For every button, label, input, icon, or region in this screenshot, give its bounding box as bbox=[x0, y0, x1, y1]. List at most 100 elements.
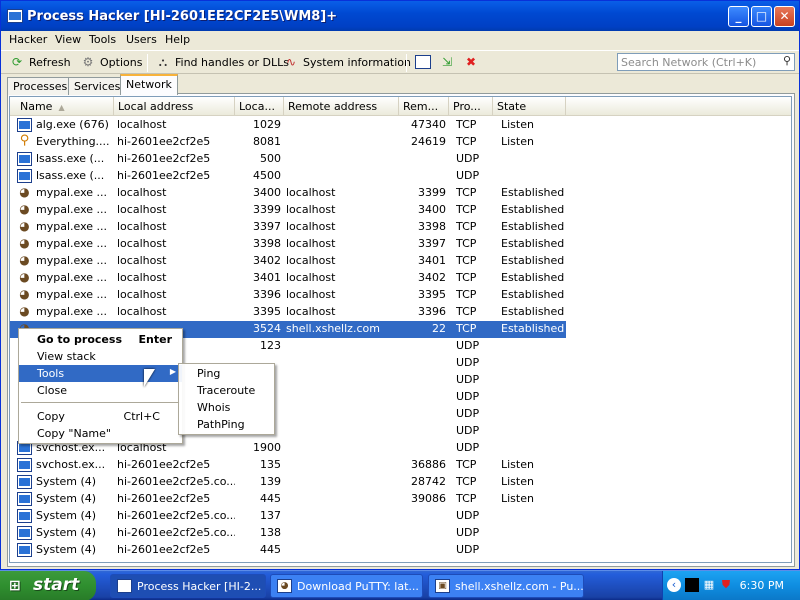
window-button[interactable] bbox=[415, 55, 431, 69]
column-header-protocol[interactable]: Pro... bbox=[449, 97, 493, 116]
table-row[interactable]: ◕ mypal.exe ... localhost 3402 localhost 3401… bbox=[10, 253, 791, 270]
cell-lport: 3399 bbox=[253, 203, 281, 216]
cell-lport: 138 bbox=[260, 526, 281, 539]
tray-console-icon[interactable] bbox=[685, 578, 699, 592]
column-header-local-address[interactable]: Local address bbox=[114, 97, 235, 116]
table-row[interactable]: System (4) hi-2601ee2cf2e5.co... 139 28742 T… bbox=[10, 474, 791, 491]
list-header: Name ▲ Local address Loca... Remote addre… bbox=[10, 97, 791, 116]
column-header-name[interactable]: Name ▲ bbox=[10, 97, 114, 116]
tab-processes[interactable]: Processes bbox=[7, 77, 74, 95]
cell-name: System (4) bbox=[36, 543, 97, 556]
cell-proto: TCP bbox=[456, 186, 477, 199]
cell-name: System (4) bbox=[36, 526, 97, 539]
context-menu: Go to process Enter View stack Tools ▶ Clo… bbox=[18, 328, 183, 444]
window-title: Process Hacker [HI-2601EE2CF2E5\WM8]+ bbox=[27, 9, 338, 24]
submenu-item-whois[interactable]: Whois bbox=[179, 399, 274, 416]
cell-proto: UDP bbox=[456, 543, 480, 556]
cell-local: hi-2601ee2cf2e5 bbox=[117, 152, 211, 165]
menu-users[interactable]: Users bbox=[126, 33, 157, 46]
table-row[interactable]: ◕ mypal.exe ... localhost 3400 localhost 3399… bbox=[10, 185, 791, 202]
options-button[interactable]: ⚙ Options bbox=[80, 55, 143, 69]
cell-proto: UDP bbox=[456, 509, 480, 522]
minimize-button[interactable]: _ bbox=[728, 6, 749, 27]
column-header-remote-address[interactable]: Remote address bbox=[284, 97, 399, 116]
taskbar-item-download-putty[interactable]: ◕ Download PuTTY: lat... bbox=[270, 574, 423, 598]
tab-services[interactable]: Services bbox=[68, 77, 127, 95]
menu-view[interactable]: View bbox=[55, 33, 81, 46]
table-row[interactable]: System (4) hi-2601ee2cf2e5.co... 138 UDP bbox=[10, 525, 791, 542]
cell-proto: UDP bbox=[456, 373, 480, 386]
menu-item-copy-name[interactable]: Copy "Name" bbox=[19, 425, 182, 442]
clock[interactable]: 6:30 PM bbox=[740, 579, 784, 592]
submenu-item-traceroute[interactable]: Traceroute bbox=[179, 382, 274, 399]
cell-state: Established bbox=[501, 271, 564, 284]
go-to-window-button[interactable]: ⇲ bbox=[439, 55, 455, 69]
submenu-item-pathping[interactable]: PathPing bbox=[179, 416, 274, 433]
refresh-button[interactable]: ⟳ Refresh bbox=[9, 55, 71, 69]
cell-state: Listen bbox=[501, 118, 534, 131]
window-icon bbox=[415, 55, 431, 69]
search-input[interactable]: Search Network (Ctrl+K) ⚲ bbox=[617, 53, 795, 71]
cell-lport: 1900 bbox=[253, 441, 281, 454]
menu-item-go-to-process[interactable]: Go to process Enter bbox=[19, 331, 182, 348]
table-row[interactable]: ◕ mypal.exe ... localhost 3399 localhost 3400… bbox=[10, 202, 791, 219]
search-icon[interactable]: ⚲ bbox=[783, 54, 791, 67]
table-row[interactable]: ◕ mypal.exe ... localhost 3396 localhost 3395… bbox=[10, 287, 791, 304]
close-button[interactable]: ✕ bbox=[774, 6, 795, 27]
menu-item-view-stack[interactable]: View stack bbox=[19, 348, 182, 365]
table-row[interactable]: alg.exe (676) localhost 1029 47340 TCP Listen bbox=[10, 117, 791, 134]
table-row[interactable]: System (4) hi-2601ee2cf2e5 445 UDP bbox=[10, 542, 791, 559]
table-row[interactable]: lsass.exe (... hi-2601ee2cf2e5 4500 UDP bbox=[10, 168, 791, 185]
window-icon bbox=[17, 118, 32, 132]
cell-lport: 135 bbox=[260, 458, 281, 471]
table-row[interactable]: ◕ mypal.exe ... localhost 3401 localhost 3402… bbox=[10, 270, 791, 287]
system-information-button[interactable]: ∿ System information bbox=[283, 55, 411, 69]
cell-rport: 3398 bbox=[418, 220, 446, 233]
table-row[interactable]: lsass.exe (... hi-2601ee2cf2e5 500 UDP bbox=[10, 151, 791, 168]
taskbar-item-process-hacker[interactable]: Process Hacker [HI-2... bbox=[110, 574, 266, 598]
cell-rport: 3395 bbox=[418, 288, 446, 301]
table-row[interactable]: ⚲ Everything.... hi-2601ee2cf2e5 8081 24619 T… bbox=[10, 134, 791, 151]
table-row[interactable]: ◕ mypal.exe ... localhost 3395 localhost 3396… bbox=[10, 304, 791, 321]
maximize-button[interactable]: □ bbox=[751, 6, 772, 27]
start-button[interactable]: ⊞ start bbox=[0, 571, 96, 600]
terminate-button[interactable]: ✖ bbox=[463, 55, 479, 69]
column-header-local-port[interactable]: Loca... bbox=[235, 97, 284, 116]
cell-local: localhost bbox=[117, 271, 167, 284]
title-bar[interactable]: Process Hacker [HI-2601EE2CF2E5\WM8]+ _ … bbox=[1, 1, 799, 31]
cell-name: lsass.exe (... bbox=[36, 169, 105, 182]
tray-expand-icon[interactable]: ‹ bbox=[667, 578, 681, 592]
table-row[interactable]: ◕ mypal.exe ... localhost 3398 localhost 3397… bbox=[10, 236, 791, 253]
cell-name: System (4) bbox=[36, 509, 97, 522]
menu-tools[interactable]: Tools bbox=[89, 33, 116, 46]
fox-icon: ◕ bbox=[19, 236, 30, 250]
menu-help[interactable]: Help bbox=[165, 33, 190, 46]
menu-item-tools[interactable]: Tools ▶ bbox=[19, 365, 182, 382]
cell-lport: 3524 bbox=[253, 322, 281, 335]
tray-network-icon[interactable]: ▦ bbox=[702, 578, 716, 592]
taskbar-item-putty-session[interactable]: ▣ shell.xshellz.com - Pu... bbox=[428, 574, 584, 598]
column-header-state[interactable]: State bbox=[493, 97, 566, 116]
cell-local: localhost bbox=[117, 203, 167, 216]
column-header-remote-port[interactable]: Rem... bbox=[399, 97, 449, 116]
cell-proto: TCP bbox=[456, 220, 477, 233]
find-handles-button[interactable]: ⛬ Find handles or DLLs bbox=[155, 55, 289, 69]
cell-proto: UDP bbox=[456, 390, 480, 403]
cell-state: Listen bbox=[501, 458, 534, 471]
table-row[interactable]: ◕ mypal.exe ... localhost 3397 localhost 3398… bbox=[10, 219, 791, 236]
submenu-item-ping[interactable]: Ping bbox=[179, 365, 274, 382]
cell-rport: 3399 bbox=[418, 186, 446, 199]
menu-item-copy[interactable]: Copy Ctrl+C bbox=[19, 408, 182, 425]
tray-security-shield-icon[interactable]: ⛊ bbox=[719, 578, 733, 592]
table-row[interactable]: System (4) hi-2601ee2cf2e5.co... 137 UDP bbox=[10, 508, 791, 525]
menu-hacker[interactable]: Hacker bbox=[9, 33, 47, 46]
tab-network[interactable]: Network bbox=[120, 74, 178, 95]
cell-proto: TCP bbox=[456, 254, 477, 267]
cell-rport: 28742 bbox=[411, 475, 446, 488]
app-icon[interactable] bbox=[7, 9, 23, 23]
cell-state: Listen bbox=[501, 135, 534, 148]
table-row[interactable]: svchost.ex... hi-2601ee2cf2e5 135 36886 TCP L… bbox=[10, 457, 791, 474]
table-row[interactable]: System (4) hi-2601ee2cf2e5 445 39086 TCP List… bbox=[10, 491, 791, 508]
fox-icon: ◕ bbox=[19, 304, 30, 318]
menu-item-close[interactable]: Close bbox=[19, 382, 182, 399]
